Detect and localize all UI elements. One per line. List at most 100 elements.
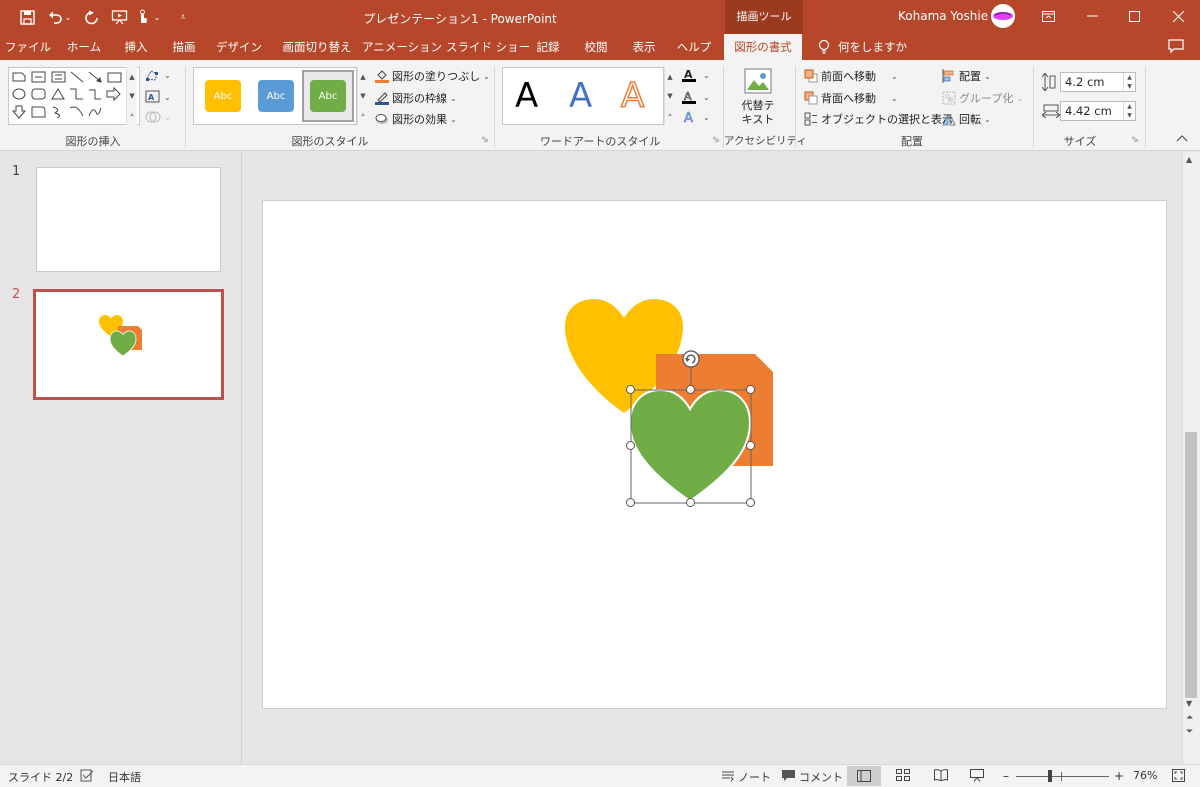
- shape-width-input[interactable]: 4.42 cm ▲ ▼: [1060, 101, 1136, 121]
- slide-thumbnail-1[interactable]: [36, 167, 221, 272]
- height-spinner[interactable]: ▲ ▼: [1123, 73, 1135, 91]
- previous-slide-icon[interactable]: ⏶: [1186, 713, 1193, 723]
- redo-icon[interactable]: [82, 8, 100, 26]
- bring-forward-button[interactable]: 前面へ移動 ⌄: [804, 68, 898, 84]
- presentation-from-beginning-icon[interactable]: [110, 8, 128, 26]
- tab-review[interactable]: 校閲: [574, 34, 618, 60]
- slide-sorter-view-icon[interactable]: [896, 769, 910, 781]
- scroll-up-icon[interactable]: ▲: [1186, 155, 1192, 164]
- avatar[interactable]: [991, 4, 1015, 28]
- zoom-level[interactable]: 76%: [1133, 769, 1157, 782]
- shape-effects-button[interactable]: 図形の効果 ⌄: [375, 111, 457, 127]
- dialog-launcher-icon[interactable]: ⬂: [481, 135, 489, 145]
- wordart-style-black[interactable]: A: [515, 76, 538, 116]
- text-outline-icon[interactable]: A ⌄: [682, 90, 712, 107]
- scrollbar-thumb[interactable]: [1185, 432, 1197, 698]
- tab-record[interactable]: 記録: [528, 34, 568, 60]
- language-indicator[interactable]: 日本語: [108, 769, 141, 785]
- tab-shape-format[interactable]: 図形の書式: [724, 34, 802, 60]
- customize-quick-access-icon[interactable]: ⩡: [174, 8, 192, 26]
- shape-gallery[interactable]: [8, 67, 140, 125]
- wordart-style-orange-outline[interactable]: A: [620, 75, 645, 117]
- shape-style-gallery[interactable]: Abc Abc Abc: [193, 67, 357, 125]
- slide-thumbnail-2[interactable]: [33, 289, 224, 400]
- edit-shape-icon[interactable]: ⌄: [145, 68, 173, 85]
- resize-handle-w[interactable]: [626, 441, 635, 450]
- resize-handle-e[interactable]: [746, 441, 755, 450]
- resize-handle-sw[interactable]: [626, 498, 635, 507]
- maximize-icon[interactable]: [1112, 0, 1156, 32]
- svg-text:A: A: [684, 111, 693, 124]
- resize-handle-nw[interactable]: [626, 385, 635, 394]
- dialog-launcher-icon[interactable]: ⬂: [712, 135, 720, 145]
- resize-handle-n[interactable]: [686, 385, 695, 394]
- undo-icon[interactable]: [46, 8, 64, 26]
- shape-fill-button[interactable]: 図形の塗りつぶし ⌄: [375, 68, 490, 84]
- rotate-button[interactable]: 回転 ⌄: [942, 111, 991, 127]
- spell-check-icon[interactable]: [80, 769, 94, 782]
- align-button[interactable]: 配置 ⌄: [942, 68, 991, 84]
- next-slide-icon[interactable]: ⏷: [1186, 727, 1193, 737]
- shape-style-yellow[interactable]: Abc: [205, 80, 241, 112]
- shape-style-blue[interactable]: Abc: [258, 80, 294, 112]
- reading-view-icon[interactable]: [934, 769, 948, 781]
- tab-file[interactable]: ファイル: [4, 34, 52, 60]
- slide-show-view-icon[interactable]: [970, 769, 984, 782]
- text-box-icon[interactable]: A ⌄: [145, 90, 173, 107]
- group-objects-button: グループ化 ⌄: [942, 90, 1023, 106]
- save-icon[interactable]: [18, 8, 36, 26]
- fit-to-window-icon[interactable]: [1172, 769, 1185, 782]
- tab-home[interactable]: ホーム: [60, 34, 108, 60]
- undo-dropdown-icon[interactable]: ⌄: [63, 8, 73, 26]
- zoom-slider-thumb[interactable]: [1048, 770, 1052, 782]
- alt-text-icon[interactable]: [744, 68, 772, 97]
- zoom-slider-track[interactable]: [1016, 776, 1109, 777]
- collapse-ribbon-icon[interactable]: [1176, 132, 1188, 145]
- user-name[interactable]: Kohama Yoshie: [898, 9, 988, 23]
- zoom-in-button[interactable]: +: [1114, 769, 1124, 783]
- status-bar: スライド 2/2 日本語 ノート コメント – + 76%: [0, 764, 1200, 787]
- selection-pane-button[interactable]: オブジェクトの選択と表示: [804, 111, 953, 127]
- touch-dropdown-icon[interactable]: ⌄: [152, 8, 162, 26]
- shape-outline-button[interactable]: 図形の枠線 ⌄: [375, 90, 457, 106]
- tab-slide-show[interactable]: スライド ショー: [446, 34, 530, 60]
- shape-style-green[interactable]: Abc: [310, 80, 346, 112]
- zoom-out-button[interactable]: –: [1003, 769, 1009, 783]
- notes-button[interactable]: ノート: [722, 769, 771, 785]
- tab-help[interactable]: ヘルプ: [670, 34, 718, 60]
- wordart-gallery-scroll[interactable]: ▲ ▼ ⩡: [664, 67, 675, 125]
- tab-transitions[interactable]: 画面切り替え: [274, 34, 360, 60]
- group-separator: [1033, 66, 1034, 148]
- scroll-down-icon[interactable]: ▼: [1186, 699, 1192, 708]
- send-backward-button[interactable]: 背面へ移動 ⌄: [804, 90, 898, 106]
- tab-view[interactable]: 表示: [622, 34, 666, 60]
- shape-height-input[interactable]: 4.2 cm ▲ ▼: [1060, 72, 1136, 92]
- wordart-gallery[interactable]: A A A: [502, 67, 664, 125]
- tab-insert[interactable]: 挿入: [114, 34, 158, 60]
- width-spinner[interactable]: ▲ ▼: [1123, 102, 1135, 120]
- dialog-launcher-icon[interactable]: ⬂: [1131, 135, 1139, 145]
- comments-icon[interactable]: [1168, 39, 1184, 57]
- text-fill-icon[interactable]: A ⌄: [682, 68, 712, 85]
- tell-me-search[interactable]: 何をしますか: [838, 34, 908, 60]
- ribbon-display-options-icon[interactable]: [1026, 0, 1070, 32]
- slide-2[interactable]: [262, 200, 1167, 709]
- text-effects-icon[interactable]: A ⌄: [682, 110, 712, 127]
- alt-text-button[interactable]: 代替テ キスト: [736, 99, 780, 127]
- tab-draw[interactable]: 描画: [162, 34, 206, 60]
- touch-mode-icon[interactable]: [134, 8, 152, 26]
- shape-style-scroll[interactable]: ▲ ▼ ⩡: [357, 67, 368, 125]
- normal-view-button[interactable]: [847, 766, 881, 786]
- close-icon[interactable]: [1156, 0, 1200, 32]
- wordart-style-blue[interactable]: A: [569, 76, 592, 116]
- resize-handle-s[interactable]: [686, 498, 695, 507]
- tab-design[interactable]: デザイン: [210, 34, 268, 60]
- vertical-scrollbar[interactable]: ▲ ▼ ⏶ ⏷: [1182, 152, 1200, 764]
- send-backward-label: 背面へ移動: [821, 92, 876, 105]
- resize-handle-ne[interactable]: [746, 385, 755, 394]
- comments-button[interactable]: コメント: [782, 769, 843, 785]
- resize-handle-se[interactable]: [746, 498, 755, 507]
- shape-gallery-scroll[interactable]: ▲ ▼ ⩡: [126, 67, 137, 125]
- minimize-icon[interactable]: [1070, 0, 1114, 32]
- tab-animations[interactable]: アニメーション: [362, 34, 442, 60]
